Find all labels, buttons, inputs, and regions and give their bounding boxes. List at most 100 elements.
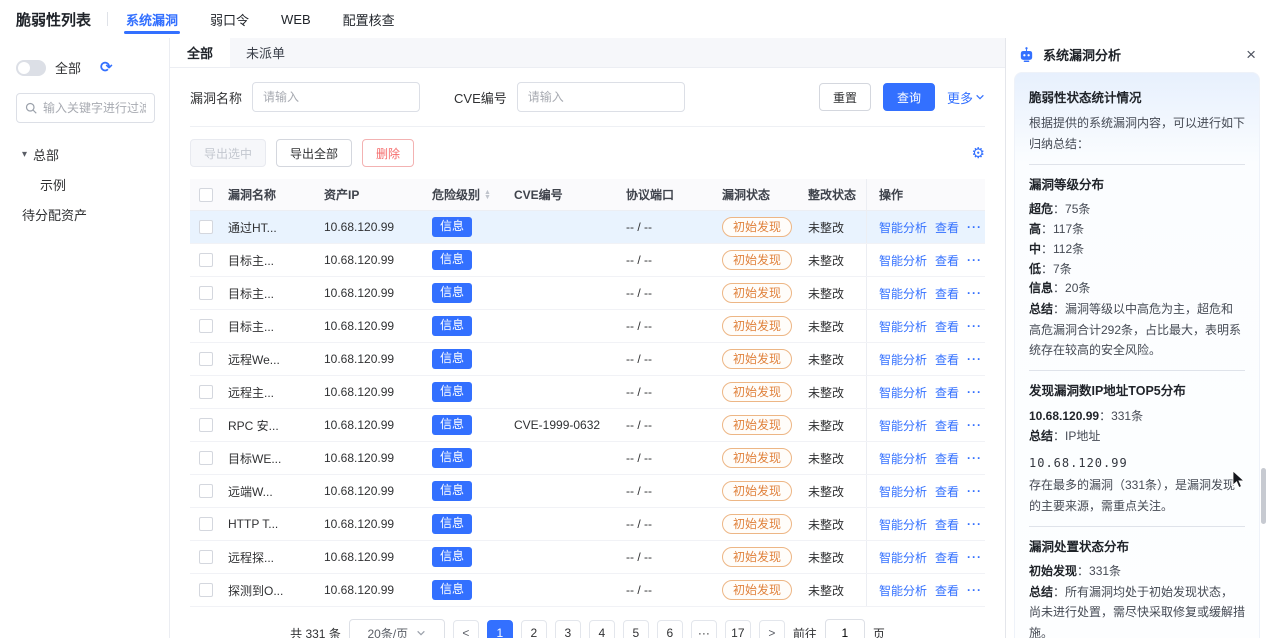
row-checkbox[interactable] (199, 484, 213, 498)
view-link[interactable]: 查看 (935, 351, 959, 368)
view-link[interactable]: 查看 (935, 582, 959, 599)
column-header[interactable]: 危险级别▲▼ (426, 179, 508, 210)
row-checkbox[interactable] (199, 286, 213, 300)
more-actions-icon[interactable]: ··· (967, 451, 982, 465)
row-checkbox[interactable] (199, 319, 213, 333)
view-link[interactable]: 查看 (935, 417, 959, 434)
ai-analyze-link[interactable]: 智能分析 (879, 285, 927, 302)
more-actions-icon[interactable]: ··· (967, 253, 982, 267)
view-link[interactable]: 查看 (935, 252, 959, 269)
table-row[interactable]: 目标主...10.68.120.99信息-- / --初始发现未整改智能分析查看… (190, 310, 985, 343)
ai-analyze-link[interactable]: 智能分析 (879, 549, 927, 566)
more-actions-icon[interactable]: ··· (967, 418, 982, 432)
view-link[interactable]: 查看 (935, 483, 959, 500)
top-tab[interactable]: 系统漏洞 (126, 0, 178, 38)
page-button[interactable]: 1 (487, 620, 513, 638)
more-actions-icon[interactable]: ··· (967, 385, 982, 399)
page-button[interactable]: 2 (521, 620, 547, 638)
all-toggle[interactable] (16, 60, 46, 76)
table-row[interactable]: 目标WE...10.68.120.99信息-- / --初始发现未整改智能分析查… (190, 442, 985, 475)
row-checkbox[interactable] (199, 220, 213, 234)
row-checkbox[interactable] (199, 418, 213, 432)
row-checkbox[interactable] (199, 385, 213, 399)
sidebar-search-input[interactable] (43, 101, 146, 115)
refresh-icon[interactable]: ⟳ (100, 60, 113, 75)
view-link[interactable]: 查看 (935, 219, 959, 236)
ai-analyze-link[interactable]: 智能分析 (879, 450, 927, 467)
view-link[interactable]: 查看 (935, 549, 959, 566)
goto-page-input[interactable] (825, 619, 865, 638)
row-checkbox[interactable] (199, 583, 213, 597)
pager-ellipsis[interactable]: ··· (691, 620, 717, 638)
row-checkbox[interactable] (199, 253, 213, 267)
export-selected-button[interactable]: 导出选中 (190, 139, 266, 167)
page-button[interactable]: 17 (725, 620, 751, 638)
more-actions-icon[interactable]: ··· (967, 319, 982, 333)
page-button[interactable]: 4 (589, 620, 615, 638)
export-all-button[interactable]: 导出全部 (276, 139, 352, 167)
table-row[interactable]: 远程主...10.68.120.99信息-- / --初始发现未整改智能分析查看… (190, 376, 985, 409)
more-actions-icon[interactable]: ··· (967, 286, 982, 300)
ai-analyze-link[interactable]: 智能分析 (879, 252, 927, 269)
top-tab[interactable]: 配置核查 (343, 0, 395, 38)
ai-analyze-link[interactable]: 智能分析 (879, 219, 927, 236)
panel-scrollbar[interactable] (1261, 468, 1266, 524)
ai-analyze-link[interactable]: 智能分析 (879, 384, 927, 401)
more-actions-icon[interactable]: ··· (967, 583, 982, 597)
page-button[interactable]: 6 (657, 620, 683, 638)
query-button[interactable]: 查询 (883, 83, 935, 111)
delete-button[interactable]: 删除 (362, 139, 414, 167)
row-checkbox[interactable] (199, 352, 213, 366)
more-actions-icon[interactable]: ··· (967, 352, 982, 366)
ai-analyze-link[interactable]: 智能分析 (879, 417, 927, 434)
row-checkbox[interactable] (199, 550, 213, 564)
ai-analyze-link[interactable]: 智能分析 (879, 351, 927, 368)
view-link[interactable]: 查看 (935, 450, 959, 467)
sort-icon[interactable]: ▲▼ (484, 190, 491, 200)
list-tab[interactable]: 未派单 (230, 38, 301, 67)
tree-item[interactable]: ▾总部 (16, 139, 155, 169)
tree-item[interactable]: 待分配资产 (16, 199, 155, 229)
ai-analyze-link[interactable]: 智能分析 (879, 516, 927, 533)
list-tab[interactable]: 全部 (170, 38, 230, 67)
view-link[interactable]: 查看 (935, 318, 959, 335)
cve-input[interactable] (517, 82, 685, 112)
table-row[interactable]: 通过HT...10.68.120.99信息-- / --初始发现未整改智能分析查… (190, 211, 985, 244)
table-row[interactable]: 目标主...10.68.120.99信息-- / --初始发现未整改智能分析查看… (190, 244, 985, 277)
table-row[interactable]: RPC 安...10.68.120.99信息CVE-1999-0632-- / … (190, 409, 985, 442)
top-tab[interactable]: WEB (281, 0, 311, 38)
more-actions-icon[interactable]: ··· (967, 517, 982, 531)
table-row[interactable]: 目标主...10.68.120.99信息-- / --初始发现未整改智能分析查看… (190, 277, 985, 310)
sidebar-search[interactable] (16, 93, 155, 123)
view-link[interactable]: 查看 (935, 516, 959, 533)
ai-analyze-link[interactable]: 智能分析 (879, 318, 927, 335)
more-actions-icon[interactable]: ··· (967, 550, 982, 564)
pager-prev[interactable]: < (453, 620, 479, 638)
page-size-select[interactable]: 20条/页 (349, 619, 445, 638)
view-link[interactable]: 查看 (935, 285, 959, 302)
ai-analyze-link[interactable]: 智能分析 (879, 582, 927, 599)
top-tab[interactable]: 弱口令 (210, 0, 249, 38)
table-row[interactable]: 远程探...10.68.120.99信息-- / --初始发现未整改智能分析查看… (190, 541, 985, 574)
row-checkbox[interactable] (199, 517, 213, 531)
table-row[interactable]: 远程We...10.68.120.99信息-- / --初始发现未整改智能分析查… (190, 343, 985, 376)
gear-icon[interactable]: ⚙ (972, 146, 985, 161)
row-checkbox[interactable] (199, 451, 213, 465)
more-actions-icon[interactable]: ··· (967, 220, 982, 234)
tree-item[interactable]: 示例 (16, 169, 155, 199)
close-icon[interactable]: × (1246, 46, 1256, 63)
severity-badge: 信息 (432, 547, 472, 567)
select-all-checkbox[interactable] (199, 188, 213, 202)
reset-button[interactable]: 重置 (819, 83, 871, 111)
vuln-name-input[interactable] (252, 82, 420, 112)
table-row[interactable]: 远端W...10.68.120.99信息-- / --初始发现未整改智能分析查看… (190, 475, 985, 508)
more-link[interactable]: 更多 (947, 88, 985, 107)
ai-analyze-link[interactable]: 智能分析 (879, 483, 927, 500)
view-link[interactable]: 查看 (935, 384, 959, 401)
pager-next[interactable]: > (759, 620, 785, 638)
table-row[interactable]: 探测到O...10.68.120.99信息-- / --初始发现未整改智能分析查… (190, 574, 985, 607)
page-button[interactable]: 5 (623, 620, 649, 638)
more-actions-icon[interactable]: ··· (967, 484, 982, 498)
page-button[interactable]: 3 (555, 620, 581, 638)
table-row[interactable]: HTTP T...10.68.120.99信息-- / --初始发现未整改智能分… (190, 508, 985, 541)
